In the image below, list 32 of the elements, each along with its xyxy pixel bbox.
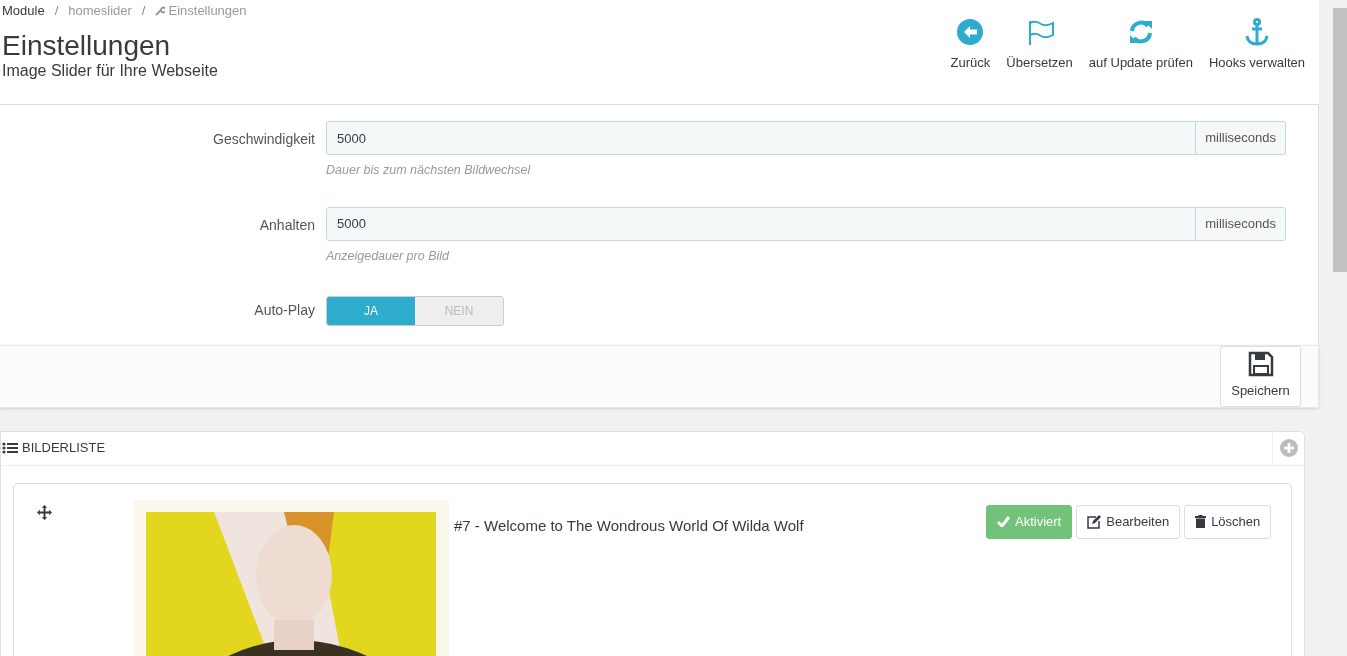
add-icon[interactable]	[1279, 439, 1298, 457]
save-icon	[1247, 351, 1274, 378]
help-text: Dauer bis zum nächsten Bildwechsel	[326, 162, 532, 179]
breadcrumb-separator: /	[54, 2, 59, 21]
edit-button[interactable]: Bearbeiten	[1076, 504, 1181, 539]
save-button[interactable]: Speichern	[1220, 345, 1301, 407]
toolbar-button[interactable]: auf Update prüfen	[1080, 18, 1201, 73]
wrench-icon	[155, 6, 166, 16]
breadcrumb-link[interactable]: Module	[2, 1, 45, 21]
page-title: Einstellungen	[2, 30, 172, 62]
breadcrumb-separator: /	[141, 2, 146, 21]
toolbar-button[interactable]: Übersetzen	[998, 18, 1081, 73]
panel-title: BILDERLISTE	[22, 439, 106, 458]
field-label: Anhalten	[258, 215, 316, 235]
list-icon	[2, 442, 18, 454]
slide-title: #7 - Welcome to The Wondrous World Of Wilda Wolf	[454, 515, 805, 536]
input-field[interactable]: 5000	[326, 121, 1197, 155]
unit-addon: milliseconds	[1196, 206, 1286, 241]
trash-icon	[1195, 515, 1207, 528]
field-label: Auto-Play	[253, 301, 316, 320]
toolbar-button[interactable]: Hooks verwalten	[1200, 18, 1313, 73]
help-text: Anzeigedauer pro Bild	[326, 247, 451, 265]
input-field[interactable]: 5000	[326, 206, 1197, 241]
toolbar-button[interactable]: Zurück	[942, 18, 999, 73]
edit-icon	[1087, 514, 1102, 529]
page-subtitle: Image Slider für Ihre Webseite	[2, 62, 219, 80]
unit-addon: milliseconds	[1196, 121, 1286, 155]
move-icon[interactable]	[37, 504, 52, 520]
check-icon	[997, 516, 1010, 527]
breadcrumb-current: Einstellungen	[168, 2, 247, 21]
delete-button[interactable]: Löschen	[1184, 504, 1272, 539]
field-label: Geschwindigkeit	[212, 130, 316, 149]
